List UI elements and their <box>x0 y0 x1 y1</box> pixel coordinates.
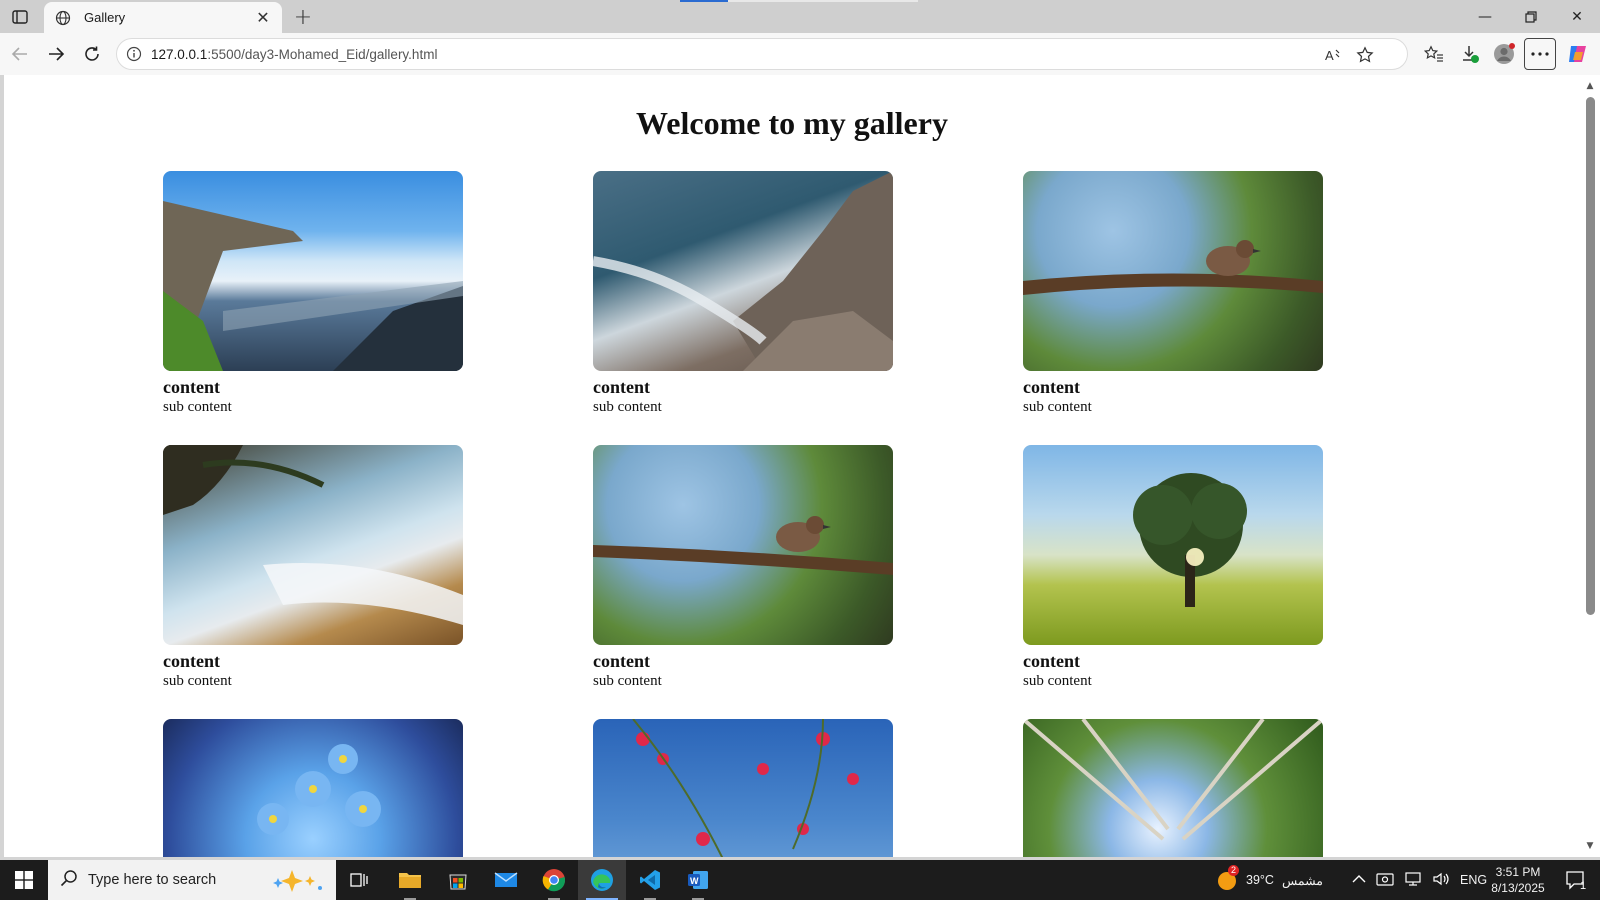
chrome-icon[interactable] <box>530 860 578 900</box>
more-options-button[interactable] <box>1524 38 1556 70</box>
svg-text:W: W <box>690 876 699 886</box>
gallery-image-beach[interactable] <box>163 445 463 645</box>
gallery-image-forest[interactable] <box>1023 719 1323 857</box>
windows-start-icon[interactable] <box>0 860 48 900</box>
loading-indicator <box>680 0 728 2</box>
network-icon[interactable] <box>1404 871 1422 890</box>
gallery-image-bird[interactable] <box>1023 171 1323 371</box>
mail-icon[interactable] <box>482 860 530 900</box>
search-placeholder: Type here to search <box>88 872 217 888</box>
card-title: content <box>163 377 220 397</box>
card-title: content <box>593 651 650 671</box>
chevron-up-icon[interactable] <box>1352 873 1366 887</box>
notifications-icon[interactable]: 1 <box>1552 860 1600 900</box>
card-subtitle: sub content <box>593 399 662 415</box>
tab-title: Gallery <box>84 10 126 25</box>
gallery-image-blossoms[interactable] <box>593 719 893 857</box>
page-title: Welcome to my gallery <box>636 105 948 141</box>
close-window-icon[interactable]: ✕ <box>1554 0 1600 33</box>
svg-text:A: A <box>1325 48 1334 63</box>
gallery-card[interactable] <box>163 719 463 857</box>
downloads-icon[interactable] <box>1454 38 1486 70</box>
url-path: :5500/day3-Mohamed_Eid/gallery.html <box>207 46 438 62</box>
sun-icon: 2 <box>1216 865 1240 891</box>
gallery-image-tree[interactable] <box>1023 445 1323 645</box>
refresh-icon[interactable] <box>76 38 108 70</box>
close-tab-icon[interactable]: ✕ <box>254 8 272 27</box>
read-aloud-icon[interactable]: A <box>1321 43 1345 67</box>
weather-temp: 39°C <box>1246 873 1274 887</box>
gallery-card[interactable]: content sub content <box>593 171 893 417</box>
weather-badge: 2 <box>1228 865 1240 876</box>
url-text: 127.0.0.1:5500/day3-Mohamed_Eid/gallery.… <box>151 47 437 62</box>
card-subtitle: sub content <box>163 673 232 689</box>
scrollbar-thumb[interactable] <box>1586 97 1595 615</box>
card-subtitle: sub content <box>163 399 232 415</box>
task-view-icon[interactable] <box>336 860 384 900</box>
gallery-card[interactable]: content sub content <box>1023 171 1323 417</box>
gallery-card[interactable] <box>593 719 893 857</box>
address-bar[interactable]: 127.0.0.1:5500/day3-Mohamed_Eid/gallery.… <box>116 38 1408 70</box>
profile-avatar[interactable] <box>1488 38 1520 70</box>
gallery-image-seashore[interactable] <box>593 171 893 371</box>
url-host: 127.0.0.1 <box>151 46 208 62</box>
gallery-card[interactable] <box>1023 719 1323 857</box>
gallery-image-cliff[interactable] <box>163 171 463 371</box>
vscode-icon[interactable] <box>626 860 674 900</box>
scroll-up-icon[interactable]: ▲ <box>1585 81 1595 91</box>
page-scrollbar[interactable]: ▲ ▼ <box>1580 75 1600 857</box>
gallery-image-flowers[interactable] <box>163 719 463 857</box>
tab-strip: Gallery ✕ + — ✕ <box>0 0 1600 33</box>
minimize-icon[interactable]: — <box>1462 0 1508 33</box>
scroll-down-icon[interactable]: ▼ <box>1585 841 1595 851</box>
gallery-card[interactable]: content sub content <box>1023 445 1323 691</box>
clock-date: 8/13/2025 <box>1491 881 1545 895</box>
windows-taskbar: Type here to search W 2 39°C مشمس ENG 3:… <box>0 860 1600 900</box>
search-highlight-icon <box>264 868 324 896</box>
card-title: content <box>593 377 650 397</box>
browser-tab[interactable]: Gallery ✕ <box>44 2 282 33</box>
gallery-card[interactable]: content sub content <box>163 445 463 691</box>
notification-count: 1 <box>1580 880 1587 892</box>
card-title: content <box>1023 651 1080 671</box>
restore-icon[interactable] <box>1508 0 1554 33</box>
word-icon[interactable]: W <box>674 860 722 900</box>
globe-icon <box>54 9 72 27</box>
weather-label: مشمس <box>1281 873 1323 888</box>
meet-now-icon[interactable] <box>1376 871 1394 890</box>
clock-time: 3:51 PM <box>1495 865 1541 879</box>
favorites-icon[interactable] <box>1418 38 1450 70</box>
browser-toolbar: 127.0.0.1:5500/day3-Mohamed_Eid/gallery.… <box>0 33 1600 75</box>
gallery-card[interactable]: content sub content <box>163 171 463 417</box>
card-title: content <box>1023 377 1080 397</box>
system-tray: ENG <box>1352 860 1487 900</box>
system-clock[interactable]: 3:51 PM 8/13/2025 <box>1478 864 1558 896</box>
card-title: content <box>163 651 220 671</box>
forward-icon[interactable] <box>40 38 72 70</box>
loading-track <box>728 0 918 2</box>
weather-widget[interactable]: 2 39°C مشمس <box>1216 860 1336 900</box>
file-explorer-icon[interactable] <box>386 860 434 900</box>
card-subtitle: sub content <box>593 673 662 689</box>
volume-icon[interactable] <box>1432 871 1450 890</box>
gallery-card[interactable]: content sub content <box>593 445 893 691</box>
edge-icon[interactable] <box>578 860 626 900</box>
card-subtitle: sub content <box>1023 399 1092 415</box>
back-icon[interactable] <box>4 38 36 70</box>
search-icon <box>60 869 78 891</box>
site-info-icon[interactable] <box>125 45 143 63</box>
taskbar-search-box[interactable]: Type here to search <box>48 860 336 900</box>
tab-actions-icon[interactable] <box>8 6 32 28</box>
microsoft-store-icon[interactable] <box>434 860 482 900</box>
new-tab-button[interactable]: + <box>290 4 316 30</box>
copilot-icon[interactable] <box>1562 38 1594 70</box>
card-subtitle: sub content <box>1023 673 1092 689</box>
favorite-star-icon[interactable] <box>1353 43 1377 67</box>
gallery-image-bird[interactable] <box>593 445 893 645</box>
page-viewport: Welcome to my gallery content sub conten… <box>4 75 1580 857</box>
